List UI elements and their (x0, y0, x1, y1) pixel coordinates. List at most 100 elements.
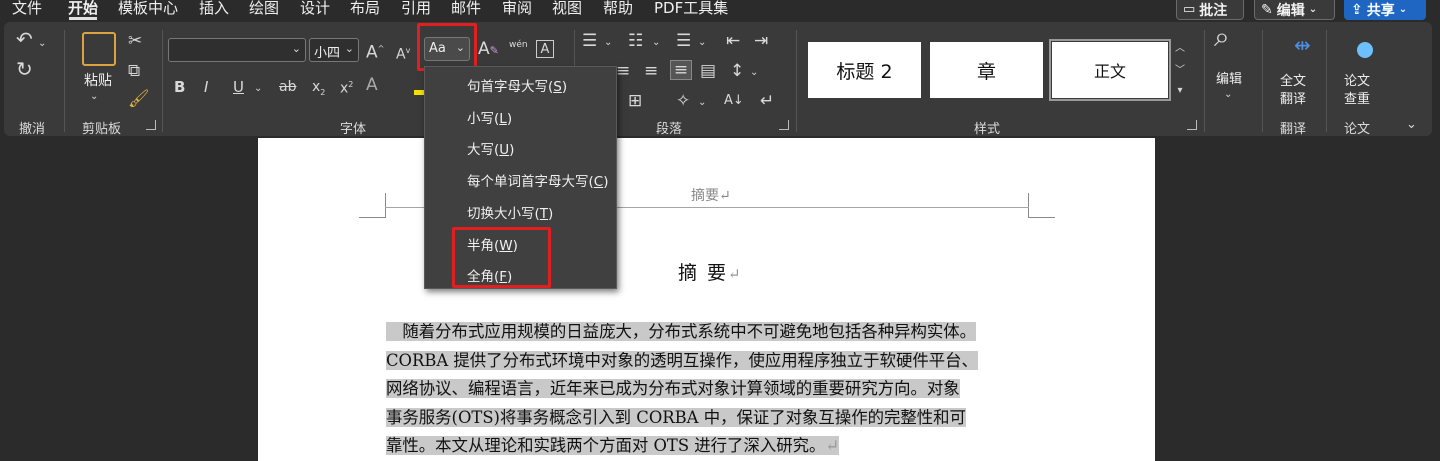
align-center-icon[interactable]: ≡ (616, 62, 630, 80)
grow-font-icon[interactable]: A^ (366, 40, 384, 62)
multilevel-list-icon[interactable]: ☰ (676, 32, 691, 50)
chinese-layout-icon[interactable]: ✧ (676, 92, 690, 110)
menu-item-lowercase[interactable]: 小写(L) (467, 107, 512, 127)
abstract-paragraph[interactable]: 随着分布式应用规模的日益庞大，分布式系统中不可避免地包括各种异构实体。 CORB… (386, 318, 1046, 461)
text-effects-icon[interactable]: A (366, 76, 378, 94)
paragraph-group-label: 段落 (656, 122, 683, 137)
translate-icon[interactable]: ⇹ (1294, 35, 1311, 55)
chevron-down-icon[interactable]: ⌄ (652, 34, 660, 52)
menu-review[interactable]: 审阅 (502, 0, 532, 17)
decrease-indent-icon[interactable]: ⇤ (726, 32, 740, 50)
font-name-field[interactable]: ⌄ (168, 38, 306, 62)
styles-launcher-icon[interactable] (1187, 120, 1197, 130)
superscript-icon[interactable]: x2 (340, 76, 353, 98)
numbering-icon[interactable]: ☷ (628, 32, 643, 50)
style-chapter[interactable]: 章 (930, 42, 1043, 98)
menu-pdf-tools[interactable]: PDF工具集 (654, 0, 728, 17)
menu-template-center[interactable]: 模板中心 (118, 0, 178, 17)
bold-icon[interactable]: B (174, 78, 185, 96)
document-title[interactable]: 摘 要↵ (678, 258, 741, 285)
style-heading-2[interactable]: 标题 2 (808, 42, 921, 98)
increase-indent-icon[interactable]: ⇥ (754, 32, 768, 50)
menu-insert[interactable]: 插入 (199, 0, 229, 17)
menu-item-text: 大写( (467, 142, 500, 158)
menu-view[interactable]: 视图 (552, 0, 582, 17)
menu-layout[interactable]: 布局 (350, 0, 380, 17)
paste-label[interactable]: 粘贴 (84, 70, 112, 90)
menu-home[interactable]: 开始 (68, 0, 98, 17)
search-icon[interactable]: ⌕ (1214, 23, 1230, 51)
italic-icon[interactable]: I (204, 78, 208, 96)
font-group-label: 字体 (340, 122, 367, 137)
chevron-down-icon: ⌄ (1308, 4, 1318, 15)
phonetic-guide-label[interactable]: wén (509, 40, 528, 50)
menu-draw[interactable]: 绘图 (249, 0, 279, 17)
chevron-down-icon[interactable]: ⌄ (254, 80, 262, 98)
font-size-field[interactable]: 小四 ⌄ (309, 38, 359, 62)
chevron-down-icon[interactable]: ⌄ (38, 35, 46, 53)
align-right-icon[interactable]: ≡ (644, 62, 658, 80)
subscript-icon[interactable]: x2 (312, 78, 325, 102)
styles-scroll-down-icon[interactable]: ﹀ (1173, 62, 1187, 80)
paragraph-line: 事务服务(OTS)将事务概念引入到 CORBA 中，保证了对象互操作的完整性和可 (386, 407, 966, 427)
menu-file[interactable]: 文件 (12, 0, 42, 17)
shrink-font-icon[interactable]: Av (396, 42, 410, 64)
clipboard-group-label: 剪贴板 (82, 122, 122, 137)
menu-design[interactable]: 设计 (300, 0, 330, 17)
chevron-down-icon[interactable]: ⌄ (1224, 86, 1232, 104)
paper-check-icon[interactable] (1357, 42, 1373, 58)
chevron-down-icon[interactable]: ⌄ (90, 88, 98, 106)
translate-label-1[interactable]: 全文 (1280, 70, 1306, 89)
edit-mode-button[interactable]: ✎ 编辑 ⌄ (1254, 0, 1335, 20)
undo-group-label: 撤消 (19, 122, 46, 137)
redo-icon[interactable]: ↻ (16, 59, 33, 79)
paragraph-line: 网络协议、编程语言，近年来已成为分布式对象计算领域的重要研究方向。对象 (386, 379, 960, 399)
collapse-ribbon-icon[interactable]: ⌄ (1406, 116, 1417, 134)
paragraph-launcher-icon[interactable] (779, 120, 789, 130)
chevron-down-icon[interactable]: ⌄ (750, 64, 758, 82)
menu-item-capitalize-each-word[interactable]: 每个单词首字母大写(C) (467, 170, 609, 190)
menu-help[interactable]: 帮助 (603, 0, 633, 17)
separator (1326, 30, 1327, 132)
menu-item-text: 句首字母大写( (467, 79, 554, 95)
format-painter-icon[interactable]: 🖌 (128, 90, 150, 108)
separator (1204, 30, 1205, 132)
justify-icon[interactable]: ≡ (670, 60, 692, 80)
clear-formatting-icon[interactable]: A✎ (478, 40, 499, 60)
chevron-down-icon[interactable]: ⌄ (698, 94, 706, 112)
undo-icon[interactable]: ↶ (16, 29, 33, 49)
character-border-icon[interactable]: A (536, 40, 554, 58)
menu-item-uppercase[interactable]: 大写(U) (467, 138, 514, 158)
clipboard-launcher-icon[interactable] (146, 120, 156, 130)
share-button[interactable]: ⇪ 共享 ⌄ (1344, 0, 1426, 20)
paragraph-line: 随着分布式应用规模的日益庞大，分布式系统中不可避免地包括各种异构实体。 (386, 322, 977, 341)
editing-label[interactable]: 编辑 (1216, 68, 1242, 87)
bullets-icon[interactable]: ☰ (582, 32, 597, 50)
line-spacing-icon[interactable]: ↕ (730, 62, 744, 80)
underline-icon[interactable]: U (233, 78, 244, 96)
distributed-icon[interactable]: ▤ (700, 62, 716, 80)
sort-icon[interactable]: A↓ (724, 92, 744, 110)
menu-item-end: ) (548, 206, 554, 222)
styles-scroll-up-icon[interactable]: ︿ (1173, 40, 1187, 58)
translate-label-2[interactable]: 翻译 (1280, 88, 1306, 107)
show-marks-icon[interactable]: ↵ (760, 92, 774, 110)
paper-check-label-2[interactable]: 查重 (1344, 88, 1370, 107)
comment-button[interactable]: ▭ 批注 (1176, 0, 1244, 20)
paste-icon[interactable] (82, 32, 116, 66)
copy-icon[interactable]: ⧉ (128, 62, 140, 80)
paper-check-label-1[interactable]: 论文 (1344, 70, 1370, 89)
style-normal[interactable]: 正文 (1049, 39, 1171, 101)
menu-item-toggle-case[interactable]: 切换大小写(T) (467, 202, 553, 222)
separator (64, 30, 65, 132)
chevron-down-icon[interactable]: ⌄ (698, 34, 706, 52)
cut-icon[interactable]: ✂ (128, 32, 142, 50)
borders-icon[interactable]: ⊞ (628, 92, 642, 110)
chevron-down-icon[interactable]: ⌄ (604, 34, 612, 52)
strikethrough-icon[interactable]: ab (279, 78, 296, 96)
page-header[interactable]: 摘要↵ (691, 185, 731, 205)
menu-item-sentence-case[interactable]: 句首字母大写(S) (467, 75, 567, 95)
styles-more-icon[interactable]: ▾ (1173, 82, 1187, 100)
menu-mailings[interactable]: 邮件 (451, 0, 481, 17)
menu-references[interactable]: 引用 (401, 0, 431, 17)
